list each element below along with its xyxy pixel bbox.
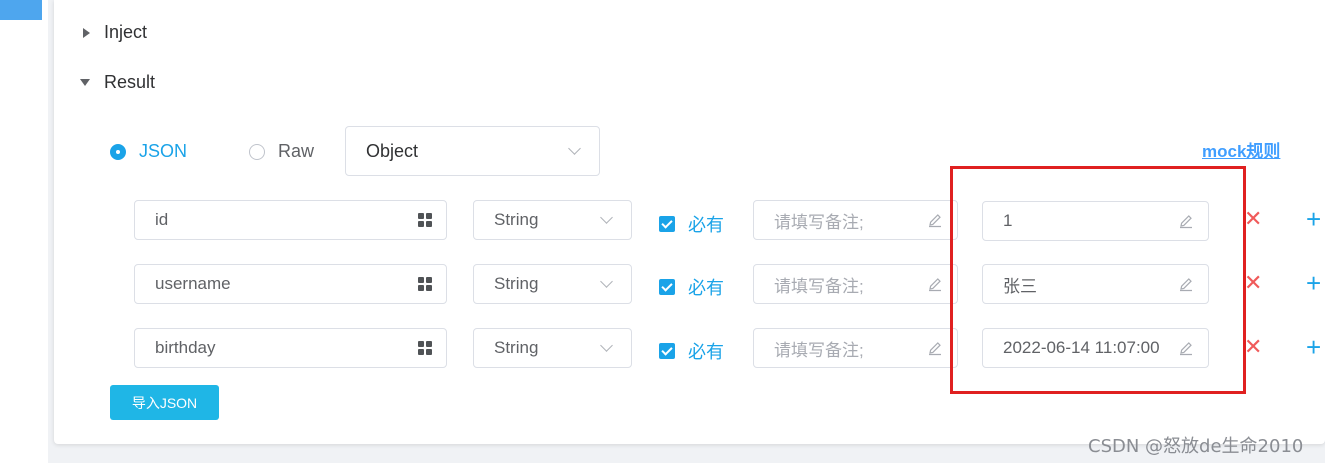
close-icon[interactable]: ✕ (1244, 208, 1262, 230)
watermark-text: CSDN @怒放de生命2010 (1088, 436, 1304, 457)
left-sidebar (0, 0, 48, 463)
pencil-icon[interactable] (1178, 213, 1194, 229)
plus-icon[interactable]: + (1306, 334, 1321, 360)
required-label: 必有 (688, 215, 724, 235)
field-name-value: birthday (155, 338, 216, 357)
mock-input[interactable]: 1 (982, 201, 1209, 241)
required-label: 必有 (688, 342, 724, 362)
inject-section-header[interactable]: Inject (83, 22, 147, 43)
remark-input[interactable]: 请填写备注; (753, 328, 958, 368)
required-label: 必有 (688, 278, 724, 298)
field-name-input[interactable]: id (134, 200, 447, 240)
plus-icon[interactable]: + (1306, 270, 1321, 296)
grid-icon[interactable] (418, 213, 432, 227)
field-name-value: username (155, 274, 231, 293)
import-json-button[interactable]: 导入JSON (110, 385, 219, 420)
raw-radio-label: Raw (278, 141, 315, 161)
mock-input[interactable]: 张三 (982, 264, 1209, 304)
inject-section-label: Inject (104, 22, 148, 42)
required-checkbox[interactable]: 必有 (659, 274, 724, 300)
field-type-select[interactable]: String (473, 264, 632, 304)
close-icon[interactable]: ✕ (1244, 272, 1262, 294)
field-type-value: String (494, 338, 539, 357)
remark-input[interactable]: 请填写备注; (753, 200, 958, 240)
result-section-label: Result (104, 72, 156, 92)
raw-radio[interactable]: Raw (249, 141, 314, 162)
field-name-input[interactable]: birthday (134, 328, 447, 368)
field-type-value: String (494, 210, 539, 229)
sidebar-active-tab[interactable] (0, 0, 42, 20)
remark-input[interactable]: 请填写备注; (753, 264, 958, 304)
grid-icon[interactable] (418, 277, 432, 291)
pencil-icon[interactable] (927, 212, 943, 228)
chevron-down-icon (600, 211, 613, 224)
chevron-down-icon (568, 142, 581, 155)
pencil-icon[interactable] (1178, 340, 1194, 356)
radio-checked-icon (110, 143, 126, 160)
plus-icon[interactable]: + (1306, 206, 1321, 232)
field-type-value: String (494, 274, 539, 293)
pencil-icon[interactable] (927, 340, 943, 356)
mock-input[interactable]: 2022-06-14 11:07:00 (982, 328, 1209, 368)
mock-rules-link[interactable]: mock规则 (1202, 137, 1280, 162)
remark-placeholder: 请填写备注; (774, 212, 864, 232)
required-checkbox[interactable]: 必有 (659, 211, 724, 237)
caret-right-icon (83, 27, 90, 38)
field-name-value: id (155, 210, 169, 229)
root-type-select[interactable]: Object (345, 126, 600, 176)
grid-icon[interactable] (418, 341, 432, 355)
required-checkbox[interactable]: 必有 (659, 338, 724, 364)
checkbox-checked-icon (659, 279, 675, 295)
mock-value: 2022-06-14 11:07:00 (1003, 338, 1160, 357)
caret-down-icon (80, 79, 90, 86)
json-radio-label: JSON (139, 141, 188, 161)
pencil-icon[interactable] (927, 276, 943, 292)
field-type-select[interactable]: String (473, 200, 632, 240)
result-section-header[interactable]: Result (80, 72, 155, 93)
json-radio[interactable]: JSON (110, 141, 187, 162)
field-name-input[interactable]: username (134, 264, 447, 304)
field-type-select[interactable]: String (473, 328, 632, 368)
close-icon[interactable]: ✕ (1244, 336, 1262, 358)
radio-unchecked-icon (249, 143, 265, 160)
chevron-down-icon (600, 339, 613, 352)
remark-placeholder: 请填写备注; (774, 340, 864, 360)
checkbox-checked-icon (659, 216, 675, 232)
remark-placeholder: 请填写备注; (774, 276, 864, 296)
mock-value: 1 (1003, 211, 1013, 230)
chevron-down-icon (600, 275, 613, 288)
checkbox-checked-icon (659, 343, 675, 359)
pencil-icon[interactable] (1178, 276, 1194, 292)
root-type-value: Object (366, 140, 419, 161)
mock-value: 张三 (1003, 276, 1037, 296)
